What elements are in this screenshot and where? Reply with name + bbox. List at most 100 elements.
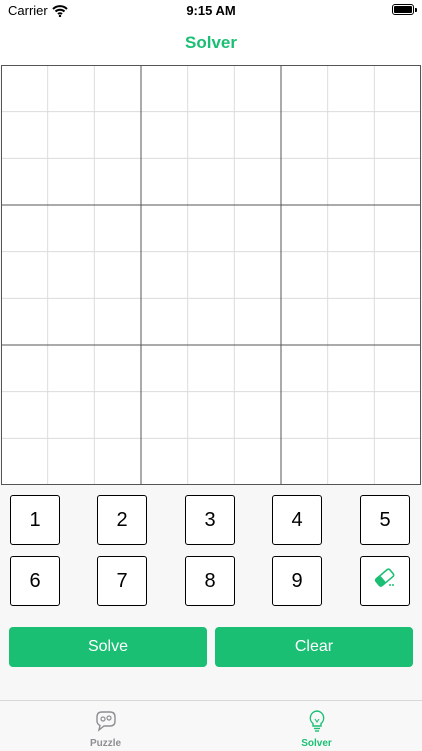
lightbulb-icon xyxy=(211,709,422,733)
board-cell[interactable] xyxy=(141,438,188,485)
board-cell[interactable] xyxy=(328,345,375,392)
board-cell[interactable] xyxy=(141,112,188,159)
board-cell[interactable] xyxy=(234,158,281,205)
board-cell[interactable] xyxy=(48,158,95,205)
board-cell[interactable] xyxy=(188,252,235,299)
board-cell[interactable] xyxy=(281,438,328,485)
board-cell[interactable] xyxy=(94,205,141,252)
board-cell[interactable] xyxy=(281,65,328,112)
board-cell[interactable] xyxy=(141,298,188,345)
key-3[interactable]: 3 xyxy=(185,495,235,545)
board-cell[interactable] xyxy=(94,65,141,112)
key-6[interactable]: 6 xyxy=(10,556,60,606)
board-cell[interactable] xyxy=(1,252,48,299)
board-cell[interactable] xyxy=(94,392,141,439)
board-cell[interactable] xyxy=(328,112,375,159)
key-9[interactable]: 9 xyxy=(272,556,322,606)
board-cell[interactable] xyxy=(374,158,421,205)
board-cell[interactable] xyxy=(1,158,48,205)
board-cell[interactable] xyxy=(328,205,375,252)
board-cell[interactable] xyxy=(94,298,141,345)
board-cell[interactable] xyxy=(374,392,421,439)
board-cell[interactable] xyxy=(1,65,48,112)
board-cell[interactable] xyxy=(234,65,281,112)
board-cell[interactable] xyxy=(281,252,328,299)
board-cell[interactable] xyxy=(48,392,95,439)
board-cell[interactable] xyxy=(281,392,328,439)
board-cell[interactable] xyxy=(374,65,421,112)
board-cell[interactable] xyxy=(141,65,188,112)
board-cell[interactable] xyxy=(1,345,48,392)
key-5[interactable]: 5 xyxy=(360,495,410,545)
tab-puzzle-label: Puzzle xyxy=(89,738,122,749)
board-cell[interactable] xyxy=(374,345,421,392)
board-cell[interactable] xyxy=(328,392,375,439)
board-cell[interactable] xyxy=(1,438,48,485)
tab-solver[interactable]: Solver xyxy=(211,701,422,751)
puzzle-icon xyxy=(0,709,211,733)
board-cell[interactable] xyxy=(328,158,375,205)
board-cell[interactable] xyxy=(188,65,235,112)
board-cell[interactable] xyxy=(1,392,48,439)
board-cell[interactable] xyxy=(94,345,141,392)
board-cell[interactable] xyxy=(94,158,141,205)
sudoku-board[interactable] xyxy=(1,65,421,485)
board-cell[interactable] xyxy=(234,392,281,439)
board-cell[interactable] xyxy=(141,252,188,299)
board-cell[interactable] xyxy=(188,158,235,205)
board-cell[interactable] xyxy=(141,345,188,392)
board-cell[interactable] xyxy=(328,252,375,299)
board-cell[interactable] xyxy=(374,438,421,485)
key-1[interactable]: 1 xyxy=(10,495,60,545)
board-cell[interactable] xyxy=(374,205,421,252)
board-cell[interactable] xyxy=(94,252,141,299)
board-cell[interactable] xyxy=(141,158,188,205)
board-cell[interactable] xyxy=(234,345,281,392)
board-cell[interactable] xyxy=(48,298,95,345)
board-cell[interactable] xyxy=(188,298,235,345)
board-cell[interactable] xyxy=(234,438,281,485)
board-cell[interactable] xyxy=(48,252,95,299)
board-cell[interactable] xyxy=(188,112,235,159)
clear-button[interactable]: Clear xyxy=(215,627,413,667)
board-cell[interactable] xyxy=(234,252,281,299)
board-cell[interactable] xyxy=(374,252,421,299)
board-cell[interactable] xyxy=(328,298,375,345)
tab-puzzle[interactable]: Puzzle xyxy=(0,701,211,751)
board-cell[interactable] xyxy=(1,298,48,345)
board-cell[interactable] xyxy=(48,112,95,159)
key-2[interactable]: 2 xyxy=(97,495,147,545)
status-bar: Carrier 9:15 AM xyxy=(0,0,422,22)
board-cell[interactable] xyxy=(48,438,95,485)
solve-button[interactable]: Solve xyxy=(9,627,207,667)
board-cell[interactable] xyxy=(281,205,328,252)
board-cell[interactable] xyxy=(94,112,141,159)
board-cell[interactable] xyxy=(281,112,328,159)
board-cell[interactable] xyxy=(94,438,141,485)
key-8[interactable]: 8 xyxy=(185,556,235,606)
board-cell[interactable] xyxy=(281,345,328,392)
board-cell[interactable] xyxy=(281,158,328,205)
board-cell[interactable] xyxy=(141,392,188,439)
board-cell[interactable] xyxy=(234,205,281,252)
board-cell[interactable] xyxy=(234,298,281,345)
board-cell[interactable] xyxy=(1,205,48,252)
board-cell[interactable] xyxy=(188,392,235,439)
eraser-button[interactable] xyxy=(360,556,410,606)
board-cell[interactable] xyxy=(48,65,95,112)
board-cell[interactable] xyxy=(48,205,95,252)
board-cell[interactable] xyxy=(281,298,328,345)
board-cell[interactable] xyxy=(328,438,375,485)
board-cell[interactable] xyxy=(1,112,48,159)
board-cell[interactable] xyxy=(48,345,95,392)
board-cell[interactable] xyxy=(374,112,421,159)
board-cell[interactable] xyxy=(188,345,235,392)
board-cell[interactable] xyxy=(234,112,281,159)
key-7[interactable]: 7 xyxy=(97,556,147,606)
board-cell[interactable] xyxy=(141,205,188,252)
board-cell[interactable] xyxy=(188,438,235,485)
board-cell[interactable] xyxy=(328,65,375,112)
key-4[interactable]: 4 xyxy=(272,495,322,545)
board-cell[interactable] xyxy=(188,205,235,252)
board-cell[interactable] xyxy=(374,298,421,345)
